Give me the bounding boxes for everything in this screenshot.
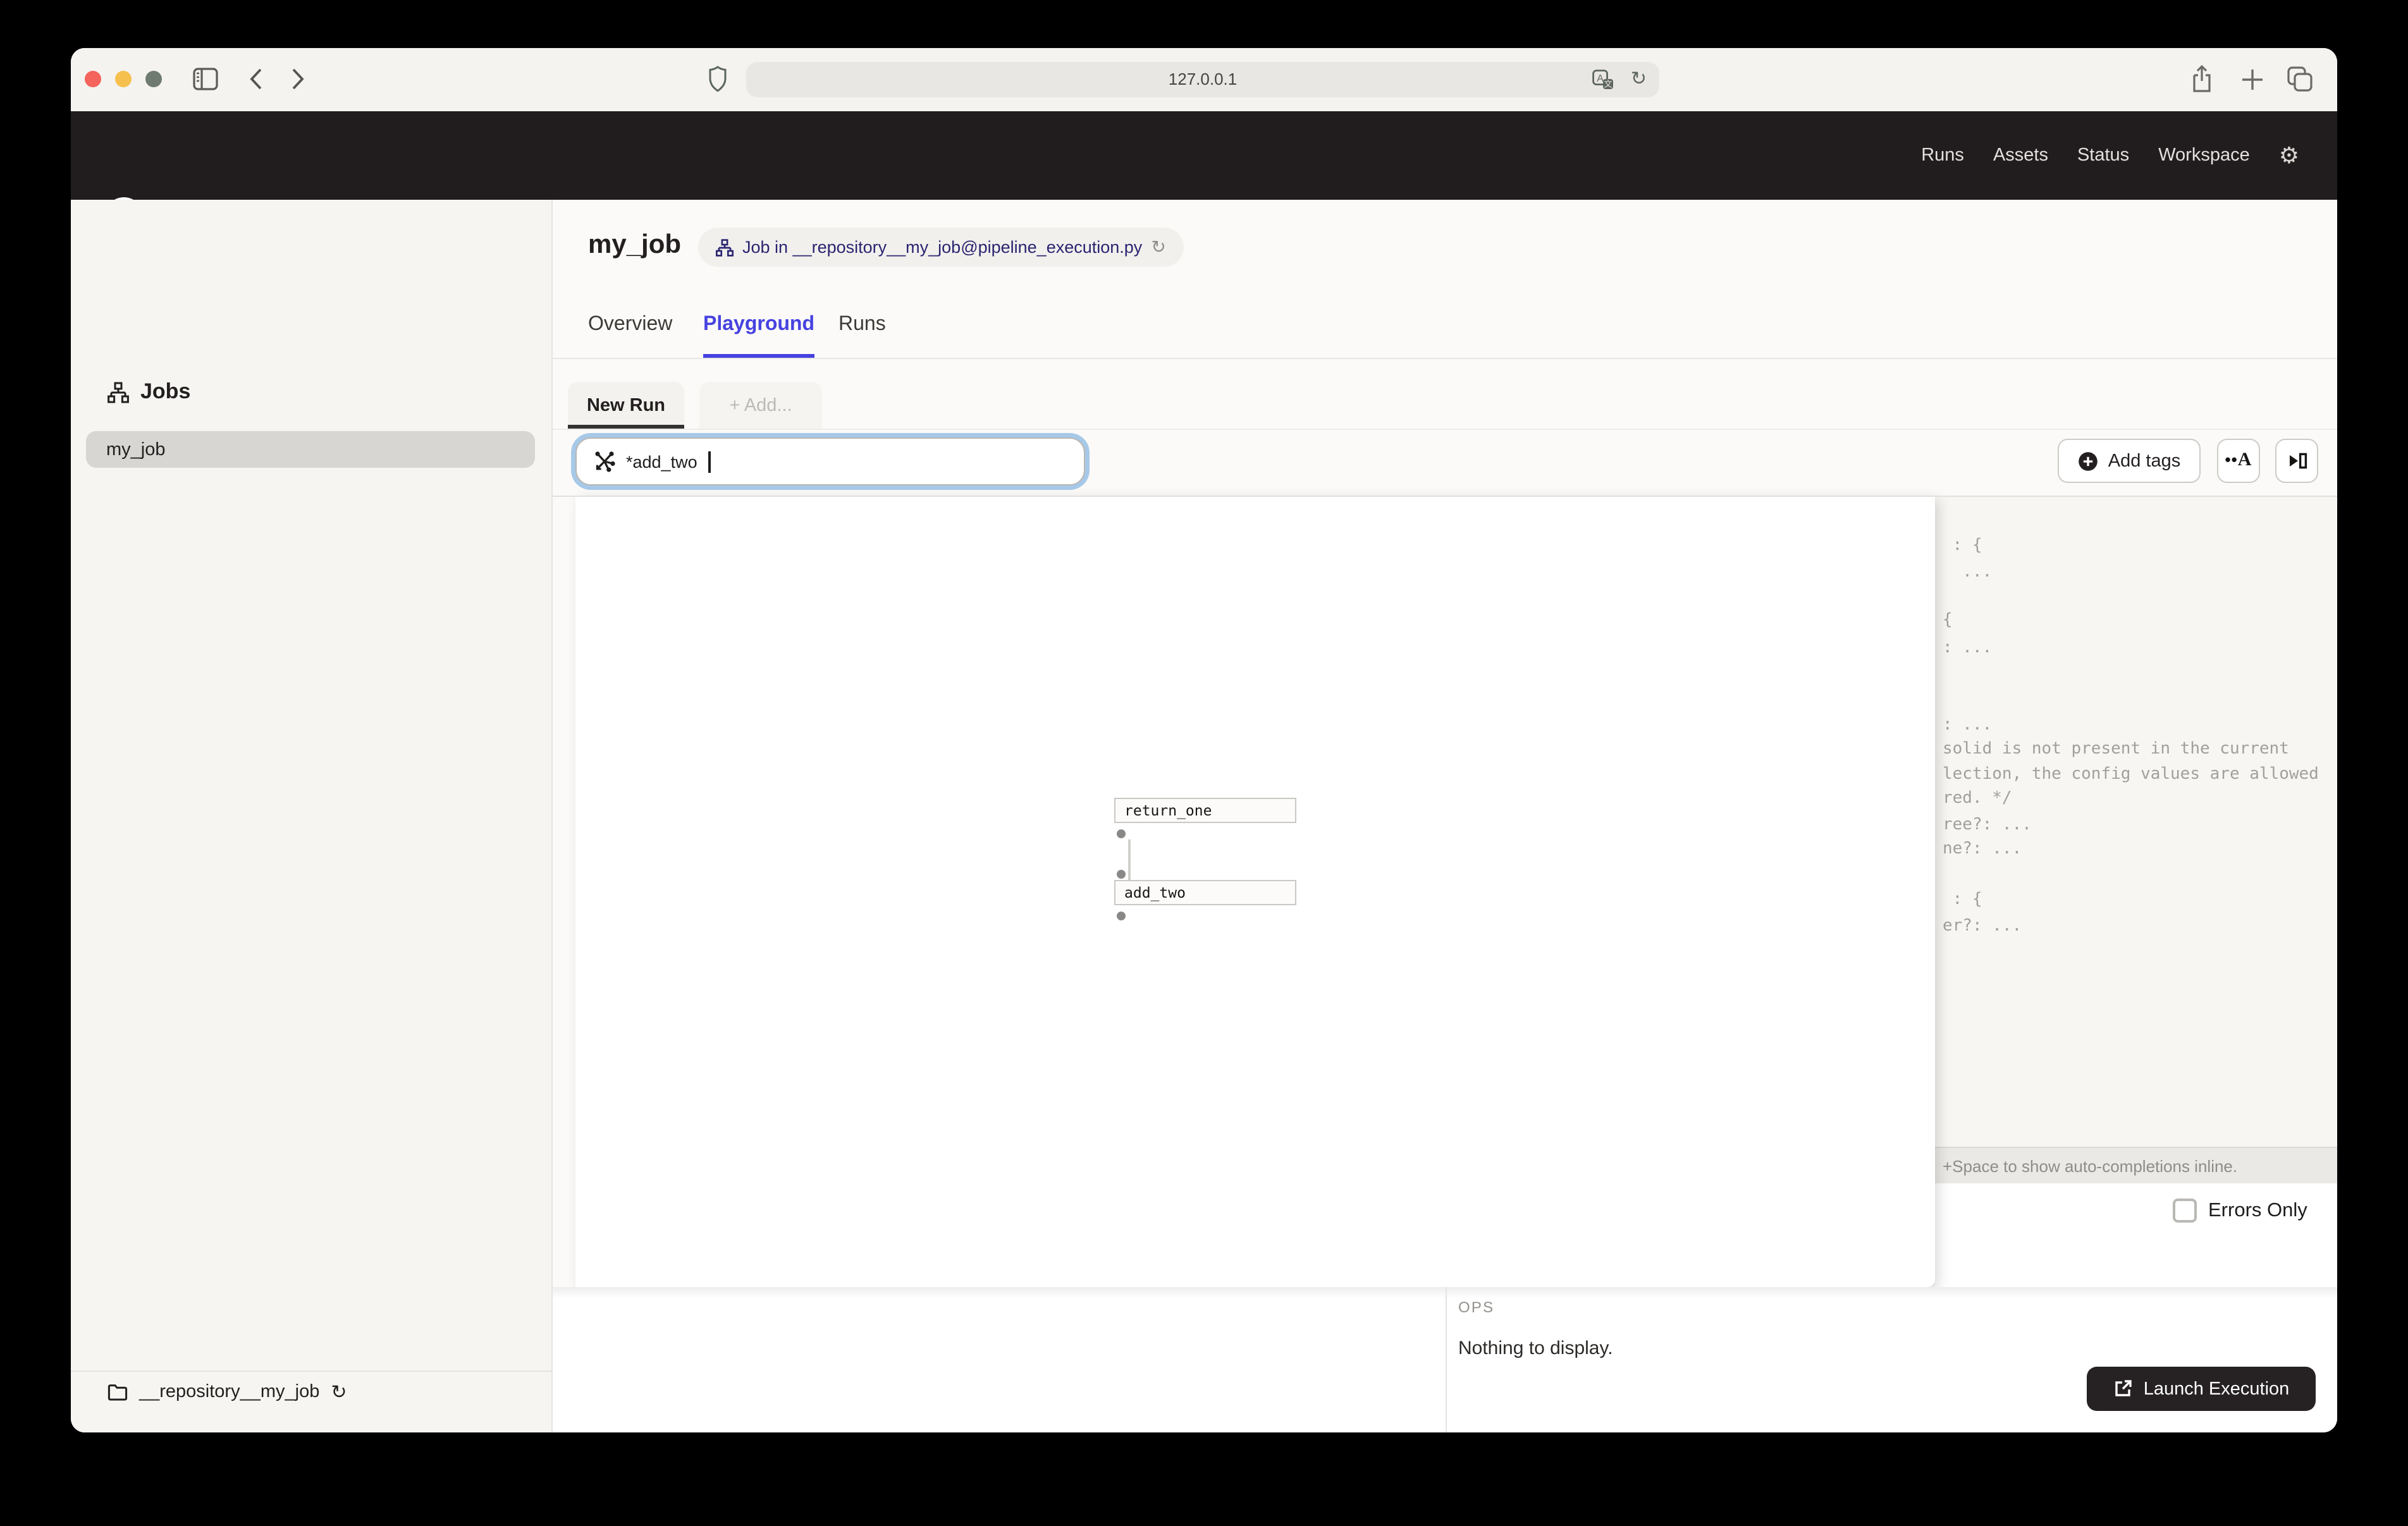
config-line: {: [1943, 609, 1953, 631]
add-config-tab-label: + Add...: [729, 395, 792, 415]
scaffold-config-icon: ••A: [2225, 450, 2252, 472]
translate-icon[interactable]: A 文: [1592, 70, 1614, 90]
job-graph-icon: [716, 238, 734, 256]
output-port: [1117, 912, 1126, 920]
graph-node-add-two[interactable]: add_two: [1114, 880, 1296, 905]
config-line: : {: [1943, 889, 1982, 910]
config-line: ne?: ...: [1943, 838, 2022, 860]
page-title: my_job: [588, 230, 681, 260]
config-line: : ...: [1943, 714, 1992, 736]
ops-empty-text: Nothing to display.: [1458, 1338, 1613, 1359]
plus-circle-icon: [2078, 451, 2098, 471]
graph-edge: [1128, 839, 1130, 880]
config-line: lection, the config values are allowed: [1943, 764, 2319, 785]
svg-text:A: A: [1597, 73, 1604, 84]
config-tab-add[interactable]: + Add...: [699, 382, 822, 429]
panel-top-border: [553, 496, 2337, 497]
config-tab-label: New Run: [587, 395, 665, 415]
jobs-sidebar: Jobs my_job __repository__my_job ↻: [71, 200, 553, 1432]
config-line: red. */: [1943, 788, 2012, 809]
browser-window: 127.0.0.1 A 文 ↻: [71, 48, 2337, 1432]
tab-runs[interactable]: Runs: [838, 314, 886, 336]
job-graph-icon: [108, 381, 129, 403]
tab-overview-icon[interactable]: [2287, 66, 2313, 92]
zoom-window-button[interactable]: [145, 71, 162, 87]
scaffold-config-button[interactable]: ••A: [2217, 439, 2260, 483]
nav-runs[interactable]: Runs: [1921, 145, 1964, 166]
share-icon[interactable]: [2190, 64, 2213, 94]
app-nav: Runs Assets Status Workspace ⚙: [1921, 111, 2299, 200]
sidebar-toggle-icon[interactable]: [192, 67, 219, 91]
sidebar-title: Jobs: [140, 379, 190, 405]
config-line: : {: [1943, 535, 1982, 556]
errors-only-label: Errors Only: [2208, 1200, 2307, 1223]
close-window-button[interactable]: [85, 71, 101, 87]
tabs-divider: [553, 358, 2337, 359]
output-port: [1117, 829, 1126, 838]
config-line: : ...: [1943, 637, 1992, 659]
tab-overview[interactable]: Overview: [588, 314, 672, 336]
settings-gear-icon[interactable]: ⚙: [2279, 144, 2299, 167]
graph-node-return-one[interactable]: return_one: [1114, 798, 1296, 823]
repository-name: __repository__my_job: [139, 1382, 319, 1402]
jobs-header: Jobs: [108, 379, 190, 405]
config-line: solid is not present in the current: [1943, 738, 2289, 760]
app-header: Search... / Runs Assets Status Workspace…: [71, 111, 2337, 200]
external-launch-icon: [2113, 1379, 2132, 1398]
config-editor-lower: [1935, 1183, 2337, 1287]
screenshot-stage: 127.0.0.1 A 文 ↻: [0, 0, 2408, 1526]
config-line: er?: ...: [1943, 915, 2022, 937]
reload-repository-icon[interactable]: ↻: [331, 1381, 347, 1403]
bottom-panel: OPS Nothing to display. Launch Execution: [553, 1287, 2337, 1432]
svg-text:文: 文: [1604, 80, 1612, 89]
ops-heading: OPS: [1458, 1298, 1494, 1316]
url-bar[interactable]: 127.0.0.1 A 文 ↻: [746, 62, 1659, 97]
input-port: [1117, 870, 1126, 879]
url-text: 127.0.0.1: [746, 70, 1659, 89]
config-tabs-divider: [553, 429, 2337, 430]
graph-preview-canvas[interactable]: return_one add_two: [575, 496, 1935, 1287]
bottom-panel-divider: [1446, 1287, 1447, 1432]
add-tags-label: Add tags: [2108, 451, 2181, 471]
config-editor-footer: +Space to show auto-completions inline.: [1935, 1147, 2337, 1183]
op-selector-input[interactable]: *add_two: [575, 437, 1085, 485]
config-line: ree?: ...: [1943, 814, 2032, 836]
config-line: ...: [1943, 561, 1992, 583]
sidebar-item-label: my_job: [106, 439, 166, 460]
reload-job-icon[interactable]: ↻: [1151, 236, 1165, 258]
forward-button[interactable]: [291, 67, 306, 91]
add-tags-button[interactable]: Add tags: [2058, 439, 2201, 483]
text-caret: [709, 451, 711, 472]
nav-assets[interactable]: Assets: [1993, 145, 2048, 166]
launch-execution-label: Launch Execution: [2144, 1379, 2290, 1399]
errors-only-checkbox[interactable]: [2173, 1199, 2197, 1223]
privacy-shield-icon[interactable]: [708, 66, 727, 92]
op-selector-value: *add_two: [626, 452, 697, 471]
job-origin-label: Job in __repository__my_job@pipeline_exe…: [742, 238, 1142, 257]
new-tab-icon[interactable]: [2241, 68, 2264, 91]
toggle-right-panel-button[interactable]: [2275, 439, 2318, 483]
play-panel-icon: [2286, 450, 2307, 472]
sidebar-item-my-job[interactable]: my_job: [86, 431, 535, 468]
reload-icon[interactable]: ↻: [1631, 68, 1647, 91]
folder-icon: [108, 1383, 128, 1401]
repository-row[interactable]: __repository__my_job ↻: [71, 1370, 551, 1412]
tab-playground[interactable]: Playground: [703, 314, 814, 336]
autocomplete-hint: +Space to show auto-completions inline.: [1943, 1156, 2237, 1175]
job-origin-badge[interactable]: Job in __repository__my_job@pipeline_exe…: [698, 228, 1184, 267]
launch-execution-button[interactable]: Launch Execution: [2087, 1367, 2316, 1411]
nav-status[interactable]: Status: [2077, 145, 2129, 166]
nav-workspace[interactable]: Workspace: [2158, 145, 2250, 166]
op-selector-icon: [593, 450, 616, 473]
back-button[interactable]: [248, 67, 263, 91]
config-tab-new-run[interactable]: New Run: [568, 382, 684, 429]
minimize-window-button[interactable]: [115, 71, 132, 87]
browser-toolbar: 127.0.0.1 A 文 ↻: [71, 48, 2337, 111]
